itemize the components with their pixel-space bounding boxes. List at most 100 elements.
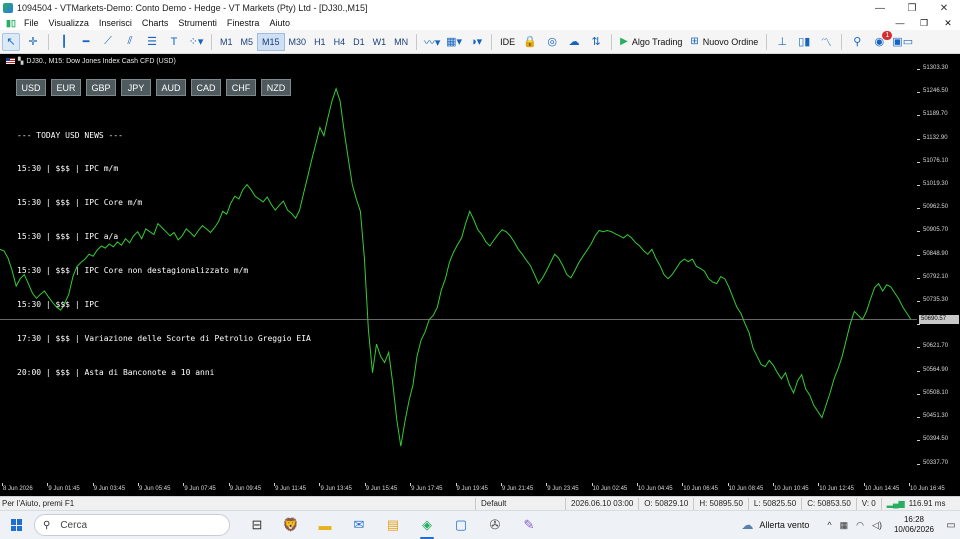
- menu-window[interactable]: Finestra: [225, 18, 268, 28]
- shapes-icon[interactable]: ⁘▾: [187, 33, 205, 51]
- taskbar-search[interactable]: ⚲ Cerca: [34, 514, 230, 536]
- metatrader-icon[interactable]: ◈: [410, 511, 444, 539]
- news-item: 15:30 | $$$ | IPC Core m/m: [17, 198, 143, 208]
- settings-app-icon[interactable]: ✇: [478, 511, 512, 539]
- channel-icon[interactable]: ⫽: [121, 33, 139, 51]
- menu-view[interactable]: Visualizza: [47, 18, 97, 28]
- currency-usd-button[interactable]: USD: [16, 79, 46, 96]
- price-tick-label: 51303.30: [923, 64, 949, 71]
- ide-button[interactable]: IDE: [496, 33, 519, 51]
- algo-trading-button[interactable]: ▶ Algo Trading: [616, 33, 686, 51]
- news-item: 15:30 | $$$ | IPC m/m: [17, 164, 119, 174]
- brave-browser-icon[interactable]: 🦁: [274, 511, 308, 539]
- outlook-icon[interactable]: ✉: [342, 511, 376, 539]
- price-chart[interactable]: ▚ DJ30., M15: Dow Jones Index Cash CFD (…: [0, 54, 960, 496]
- timeframe-h4[interactable]: H4: [330, 33, 350, 51]
- menu-file[interactable]: File: [22, 18, 47, 28]
- bar-chart-icon[interactable]: ⊥: [773, 33, 791, 51]
- cloud-icon[interactable]: ☁: [565, 33, 583, 51]
- paint-app-icon[interactable]: ✎: [512, 511, 546, 539]
- cursor-icon[interactable]: ↖: [2, 32, 20, 51]
- taskbar-apps: ⊟ 🦁 ▬ ✉ ▤ ◈ ▢ ✇ ✎: [240, 511, 546, 539]
- fibonacci-icon[interactable]: ☰: [143, 33, 161, 51]
- menu-charts[interactable]: Charts: [140, 18, 177, 28]
- timeframe-m30[interactable]: M30: [285, 33, 311, 51]
- note-app-icon[interactable]: ▤: [376, 511, 410, 539]
- menu-insert[interactable]: Inserisci: [97, 18, 140, 28]
- clock-time: 16:28: [903, 515, 924, 524]
- lock-icon[interactable]: 🔒: [521, 33, 539, 51]
- toolbar-separator: [611, 33, 613, 50]
- notification-center-icon[interactable]: ▭: [942, 520, 960, 531]
- candlestick-icon[interactable]: ▯▮: [795, 33, 813, 51]
- text-tool-icon[interactable]: T: [165, 33, 183, 51]
- maximize-button[interactable]: ❐: [896, 0, 928, 16]
- currency-aud-button[interactable]: AUD: [156, 79, 186, 96]
- timeframe-m15[interactable]: M15: [257, 32, 285, 51]
- currency-nzd-button[interactable]: NZD: [261, 79, 291, 96]
- line-chart-icon[interactable]: 〽: [817, 33, 835, 51]
- color-scheme-icon[interactable]: ◑▾: [467, 33, 485, 51]
- vertical-line-icon[interactable]: ┃: [55, 33, 73, 51]
- chart-minimize-button[interactable]: —: [888, 18, 912, 29]
- minimize-button[interactable]: —: [864, 0, 896, 16]
- wifi-icon[interactable]: ◠: [856, 520, 864, 531]
- price-tick: [917, 370, 920, 372]
- horizontal-line-icon[interactable]: ━: [77, 33, 95, 51]
- currency-jpy-button[interactable]: JPY: [121, 79, 151, 96]
- current-price-label: 50690.57: [919, 314, 959, 324]
- price-tick: [917, 185, 920, 187]
- new-order-button[interactable]: ⊞ Nuovo Ordine: [686, 33, 762, 51]
- weather-widget[interactable]: ☁ Allerta vento: [741, 518, 809, 532]
- chevron-up-icon[interactable]: ^: [827, 520, 831, 530]
- notifications-icon[interactable]: ◉ 1: [870, 30, 893, 51]
- chart-close-button[interactable]: ✕: [936, 18, 960, 29]
- search-placeholder: Cerca: [60, 519, 88, 531]
- price-tick-label: 50735.30: [923, 297, 949, 304]
- account-icon[interactable]: ▣▭: [892, 33, 913, 51]
- timeframe-h1[interactable]: H1: [310, 33, 330, 51]
- file-explorer-icon[interactable]: ▬: [308, 511, 342, 539]
- templates-icon[interactable]: ▦▾: [445, 33, 463, 51]
- currency-chf-button[interactable]: CHF: [226, 79, 256, 96]
- play-icon: ▶: [620, 36, 628, 47]
- app-window-icon[interactable]: ▢: [444, 511, 478, 539]
- menu-help[interactable]: Aiuto: [267, 18, 298, 28]
- price-tick-label: 50508.10: [923, 389, 949, 396]
- currency-gbp-button[interactable]: GBP: [86, 79, 116, 96]
- close-button[interactable]: ✕: [928, 0, 960, 16]
- price-tick-label: 51132.90: [923, 134, 948, 141]
- time-tick-label: 9 Jun 13:45: [320, 486, 352, 492]
- trendline-icon[interactable]: ⟋: [99, 33, 117, 51]
- timeframe-mn[interactable]: MN: [390, 33, 412, 51]
- price-axis[interactable]: 51303.30 51246.50 51189.70 51132.90 51076.10…: [917, 54, 960, 496]
- bar-high: H: 50895.50: [693, 497, 748, 510]
- timeframe-d1[interactable]: D1: [349, 33, 369, 51]
- news-item: 15:30 | $$$ | IPC: [17, 300, 99, 310]
- timeframe-m1[interactable]: M1: [216, 33, 237, 51]
- menu-tools[interactable]: Strumenti: [176, 18, 225, 28]
- price-tick: [917, 347, 920, 349]
- currency-eur-button[interactable]: EUR: [51, 79, 81, 96]
- timeframe-m5[interactable]: M5: [237, 33, 258, 51]
- currency-cad-button[interactable]: CAD: [191, 79, 221, 96]
- time-axis[interactable]: 8 Jun 2026 9 Jun 01:45 9 Jun 03:45 9 Jun 05…: [0, 483, 945, 496]
- search-icon[interactable]: ⚲: [848, 33, 866, 51]
- app-tray-icon[interactable]: ▦: [840, 520, 849, 531]
- profile-name[interactable]: Default: [475, 497, 565, 510]
- crosshair-icon[interactable]: ✛: [24, 33, 42, 51]
- time-tick-label: 9 Jun 09:45: [229, 486, 262, 492]
- volume-icon[interactable]: ◁): [872, 520, 882, 531]
- price-tick-label: 50962.50: [923, 204, 949, 211]
- price-tick: [917, 115, 920, 117]
- signal-icon[interactable]: ◎: [543, 33, 561, 51]
- start-button[interactable]: [0, 511, 34, 539]
- connection-status[interactable]: ▂▄▆ 116.91 ms: [880, 497, 951, 510]
- indicators-icon[interactable]: 〰▾: [423, 33, 441, 51]
- news-item: 15:30 | $$$ | IPC Core non destagionaliz…: [17, 266, 249, 276]
- chart-restore-button[interactable]: ❐: [912, 18, 936, 29]
- clock[interactable]: 16:28 10/06/2026: [894, 515, 934, 535]
- vps-icon[interactable]: ⇅: [587, 33, 605, 51]
- task-view-icon[interactable]: ⊟: [240, 511, 274, 539]
- timeframe-w1[interactable]: W1: [369, 33, 391, 51]
